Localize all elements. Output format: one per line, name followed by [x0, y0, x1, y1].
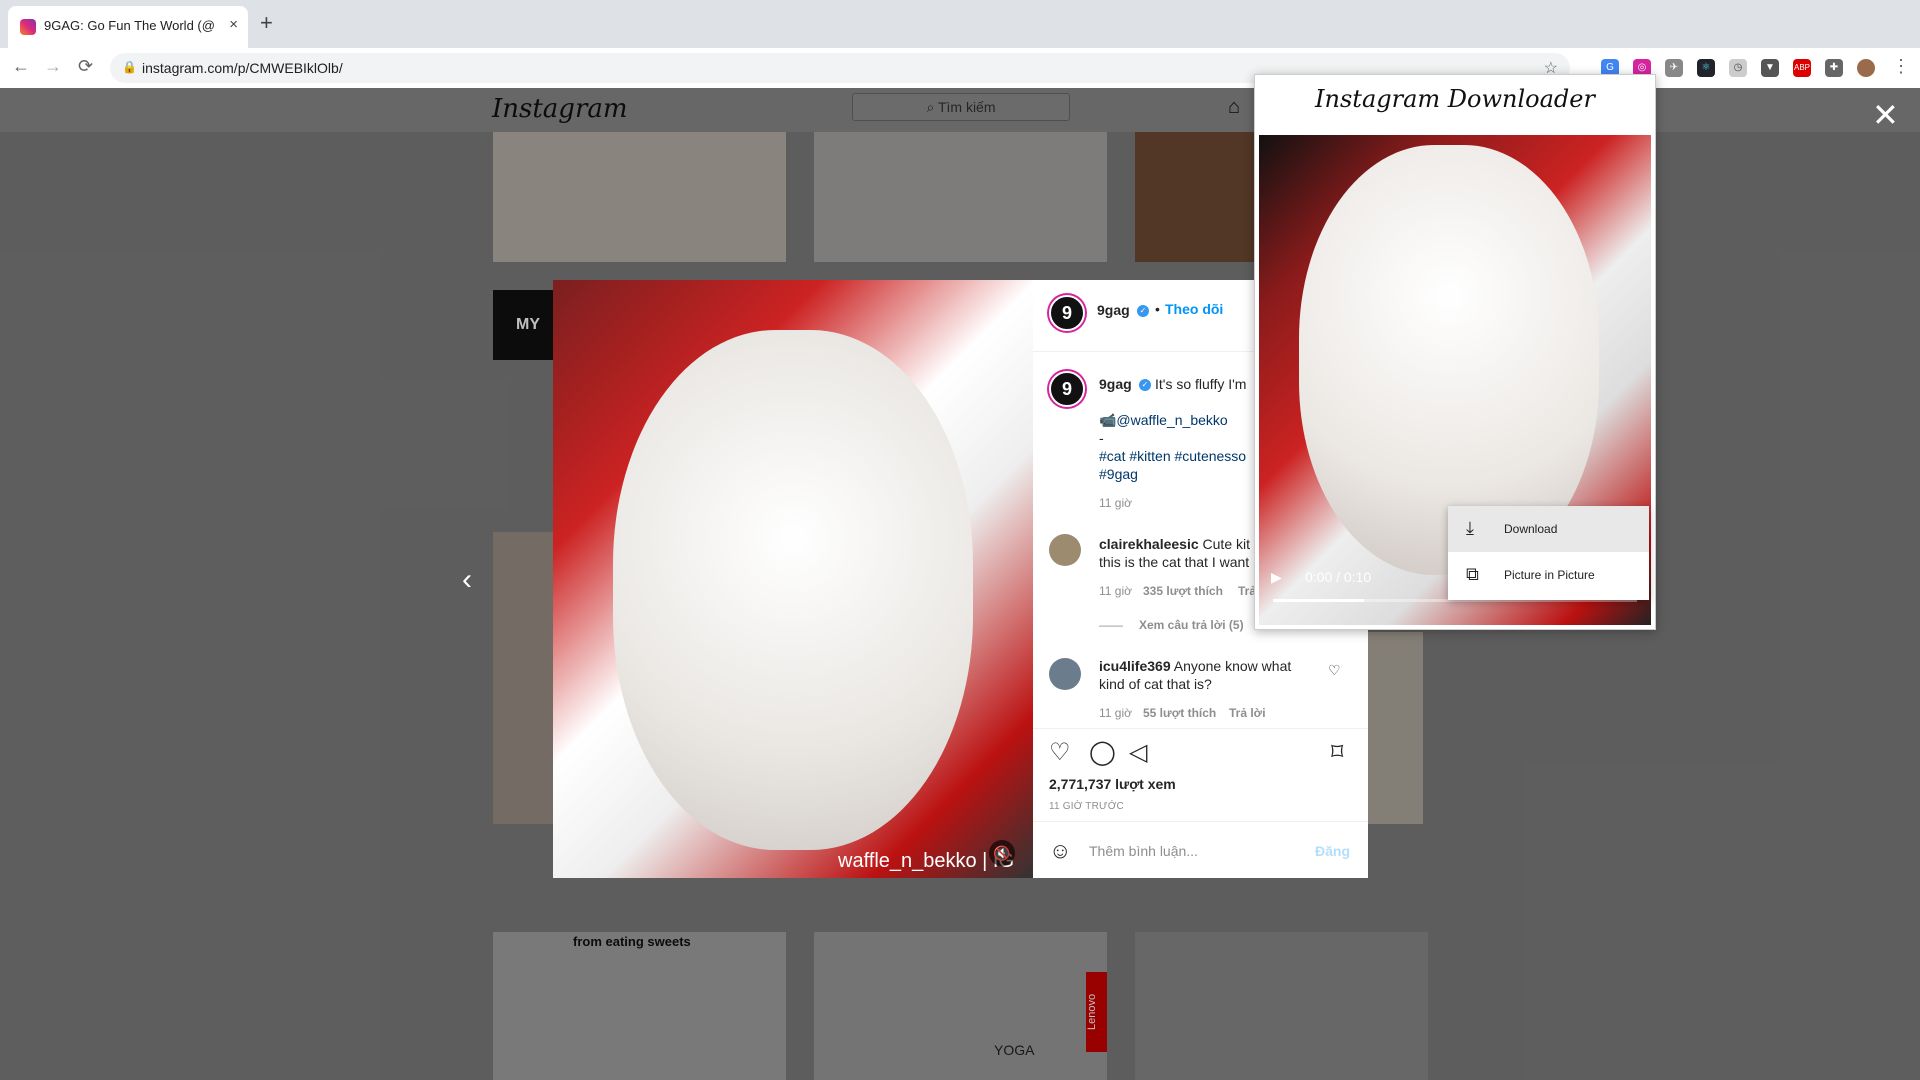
caption-avatar[interactable]: 9 [1049, 371, 1085, 407]
pip-label: Picture in Picture [1504, 568, 1595, 582]
caption-username[interactable]: 9gag [1099, 376, 1132, 392]
kitten-image [613, 330, 973, 850]
dot-separator: • [1155, 301, 1160, 317]
caption-hashtags[interactable]: #cat #kitten #cutenesso [1099, 448, 1246, 464]
comment-text-line2: this is the cat that I want [1099, 554, 1250, 570]
video-watermark: waffle_n_bekko | IG [838, 850, 1015, 872]
pip-menu-item[interactable]: ⧉ Picture in Picture [1448, 552, 1649, 598]
save-icon[interactable]: ⌑ [1331, 738, 1343, 767]
comment-likes[interactable]: 335 lượt thích [1143, 584, 1223, 598]
comment-like-icon[interactable]: ♡ [1328, 662, 1341, 679]
caption-dash: - [1099, 430, 1104, 446]
instagram-favicon-icon [20, 19, 36, 35]
picture-in-picture-icon: ⧉ [1466, 564, 1479, 584]
reply-line: —— [1099, 618, 1123, 632]
previous-post-icon[interactable]: ‹ [462, 563, 472, 597]
play-icon[interactable]: ▶ [1271, 569, 1282, 586]
author-username[interactable]: 9gag [1097, 302, 1130, 318]
video-context-menu: ⤓ Download ⧉ Picture in Picture [1448, 506, 1649, 600]
post-video[interactable]: waffle_n_bekko | IG 🔇 [553, 280, 1033, 878]
rocket-icon[interactable]: ✈ [1665, 59, 1683, 77]
lock-icon: 🔒 [122, 60, 137, 74]
caption-time: 11 giờ [1099, 496, 1132, 510]
comment-time: 11 giờ [1099, 584, 1132, 598]
comment-icon[interactable]: ◯ [1089, 738, 1116, 767]
puzzle-icon[interactable]: ✚ [1825, 59, 1843, 77]
divider [1033, 821, 1368, 822]
verified-badge-icon: ✓ [1137, 305, 1149, 317]
comment-time: 11 giờ [1099, 706, 1132, 720]
comment-avatar[interactable] [1049, 534, 1081, 566]
emoji-icon[interactable]: ☺ [1049, 838, 1071, 864]
tab-bar: 9GAG: Go Fun The World (@9g × + [0, 0, 1920, 48]
popup-title: Instagram Downloader [1315, 85, 1595, 113]
tab-title: 9GAG: Go Fun The World (@9g [44, 18, 214, 33]
forward-icon[interactable]: → [44, 56, 62, 77]
download-menu-item[interactable]: ⤓ Download [1448, 506, 1649, 552]
comment-reply-button[interactable]: Trả lời [1229, 706, 1266, 720]
new-tab-button[interactable]: + [260, 10, 273, 36]
close-modal-icon[interactable]: ✕ [1872, 96, 1899, 134]
mute-icon[interactable]: 🔇 [989, 840, 1015, 866]
like-icon[interactable]: ♡ [1049, 738, 1071, 767]
video-time: 0:00 / 0:10 [1305, 569, 1372, 585]
progress-fill [1273, 599, 1364, 602]
download-icon: ⤓ [1466, 518, 1474, 538]
close-tab-icon[interactable]: × [229, 16, 238, 33]
follow-button[interactable]: Theo dõi [1165, 301, 1223, 317]
caption-text: It's so fluffy I'm [1155, 376, 1247, 392]
url-text: instagram.com/p/CMWEBIklOlb/ [142, 60, 343, 76]
adblock-icon[interactable]: ABP [1793, 59, 1811, 77]
caption-mention[interactable]: 📹@waffle_n_bekko [1099, 412, 1228, 429]
comment-username[interactable]: icu4life369 [1099, 658, 1171, 674]
comment-avatar[interactable] [1049, 658, 1081, 690]
comment-input[interactable]: Thêm bình luận... [1089, 843, 1198, 859]
comment-likes[interactable]: 55 lượt thích [1143, 706, 1216, 720]
caption-hashtag-9gag[interactable]: #9gag [1099, 466, 1138, 482]
verified-badge-icon: ✓ [1139, 379, 1151, 391]
share-icon[interactable]: ◁ [1129, 738, 1147, 767]
view-count[interactable]: 2,771,737 lượt xem [1049, 776, 1176, 792]
download-label: Download [1504, 522, 1558, 536]
comment-text: clairekhaleesic Cute kit [1099, 536, 1250, 552]
view-replies-button[interactable]: Xem câu trả lời (5) [1139, 618, 1244, 632]
post-age: 11 GIỜ TRƯỚC [1049, 801, 1124, 812]
post-comment-button[interactable]: Đăng [1315, 843, 1350, 859]
clock-icon[interactable]: ◷ [1729, 59, 1747, 77]
comment-text: icu4life369 Anyone know what [1099, 658, 1292, 674]
divider [1033, 728, 1368, 729]
browser-tab[interactable]: 9GAG: Go Fun The World (@9g × [8, 6, 248, 48]
author-avatar[interactable]: 9 [1049, 295, 1085, 331]
profile-avatar[interactable] [1857, 59, 1875, 77]
comment-username[interactable]: clairekhaleesic [1099, 536, 1199, 552]
react-icon[interactable]: ⚛ [1697, 59, 1715, 77]
back-icon[interactable]: ← [12, 56, 30, 77]
comment-text-line2: kind of cat that is? [1099, 676, 1212, 692]
vue-icon[interactable]: ▼ [1761, 59, 1779, 77]
reload-icon[interactable]: ⟳ [78, 56, 93, 77]
menu-icon[interactable]: ⋮ [1892, 56, 1910, 77]
